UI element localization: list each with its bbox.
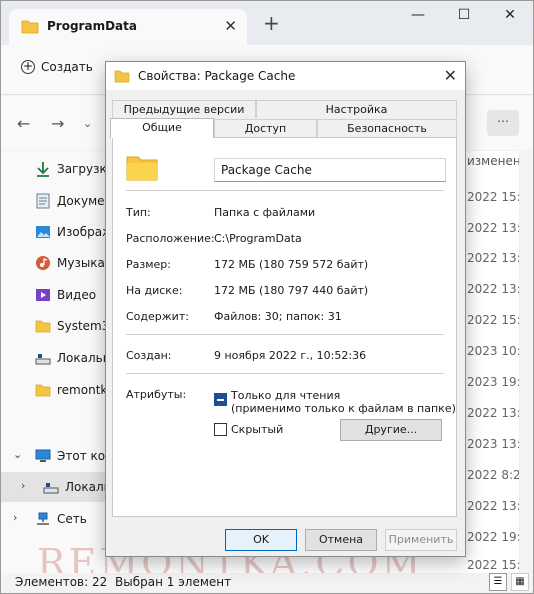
drive-icon xyxy=(43,479,59,495)
tab-sharing[interactable]: Доступ xyxy=(214,119,317,137)
attributes-label: Атрибуты: xyxy=(126,388,187,401)
contains-value: Файлов: 30; папок: 31 xyxy=(214,310,342,323)
tab-security[interactable]: Безопасность xyxy=(317,119,457,137)
status-bar: Элементов: 22 Выбран 1 элемент ☰ ▦ xyxy=(1,573,533,593)
location-value: C:\ProgramData xyxy=(214,232,302,245)
advanced-attributes-button[interactable]: Другие... xyxy=(340,419,442,441)
sidebar-item-system32[interactable]: System32 xyxy=(1,311,117,341)
vertical-scrollbar[interactable] xyxy=(519,151,533,573)
tab-general[interactable]: Общие xyxy=(110,118,214,138)
tab-title: ProgramData xyxy=(47,19,137,33)
tab-programdata[interactable]: ProgramData ✕ xyxy=(9,9,247,45)
more-options-button[interactable]: ⋯ xyxy=(487,110,519,136)
folder-large-icon xyxy=(126,153,158,184)
folder-icon xyxy=(35,382,51,398)
navigation-pane: Загрузки Докумен Изображ Музыка Видео Sy… xyxy=(1,151,117,573)
sidebar-item-label: Сеть xyxy=(57,512,87,526)
chevron-right-icon[interactable]: › xyxy=(13,511,17,524)
disk-size-label: На диске: xyxy=(126,284,183,297)
sidebar-item-this-pc[interactable]: ⌄ Этот ком xyxy=(1,441,114,471)
divider xyxy=(126,334,444,335)
sidebar-item-documents[interactable]: Докумен xyxy=(1,186,112,216)
folder-icon xyxy=(35,318,51,334)
size-value: 172 МБ (180 759 572 байт) xyxy=(214,258,369,271)
disk-size-value: 172 МБ (180 797 440 байт) xyxy=(214,284,369,297)
readonly-checkbox[interactable] xyxy=(214,393,227,406)
location-label: Расположение: xyxy=(126,232,215,245)
create-button[interactable]: + Создать xyxy=(21,60,93,74)
image-icon xyxy=(35,224,51,240)
folder-icon xyxy=(21,19,39,37)
sidebar-item-remontka[interactable]: remontka xyxy=(1,375,115,405)
sidebar-item-video[interactable]: Видео xyxy=(1,280,105,310)
created-value: 9 ноября 2022 г., 10:52:36 xyxy=(214,349,367,362)
close-window-icon[interactable]: ✕ xyxy=(497,7,523,29)
tab-bar: ProgramData ✕ + — ☐ ✕ xyxy=(1,1,533,45)
properties-dialog: Свойства: Package Cache ✕ Предыдущие вер… xyxy=(105,61,466,557)
contains-label: Содержит: xyxy=(126,310,189,323)
readonly-label: Только для чтения xyxy=(231,389,341,402)
dialog-title-bar: Свойства: Package Cache ✕ xyxy=(106,62,465,90)
apply-button[interactable]: Применить xyxy=(385,529,457,551)
hidden-checkbox[interactable] xyxy=(214,423,227,436)
sidebar-item-downloads[interactable]: Загрузки xyxy=(1,154,115,184)
create-label: Создать xyxy=(41,60,93,74)
sidebar-item-label: Локальн xyxy=(57,351,111,365)
sidebar-item-label: Музыка xyxy=(57,256,105,270)
music-icon xyxy=(35,255,51,271)
download-icon xyxy=(35,161,51,177)
cancel-button[interactable]: Отмена xyxy=(305,529,377,551)
folder-icon xyxy=(114,69,130,86)
spacer xyxy=(126,221,444,222)
status-item-count: Элементов: 22 xyxy=(15,575,108,589)
tab-customize[interactable]: Настройка xyxy=(256,100,457,118)
network-icon xyxy=(35,511,51,527)
video-icon xyxy=(35,287,51,303)
dialog-title: Свойства: Package Cache xyxy=(138,69,296,83)
details-view-icon[interactable]: ☰ xyxy=(489,573,507,591)
computer-icon xyxy=(35,448,51,464)
new-tab-icon[interactable]: + xyxy=(263,11,280,35)
general-tab-panel: Package Cache Тип: Папка с файлами Распо… xyxy=(112,137,457,517)
chevron-right-icon[interactable]: › xyxy=(21,479,25,492)
minimize-icon[interactable]: — xyxy=(405,7,431,29)
type-label: Тип: xyxy=(126,206,151,219)
sidebar-item-images[interactable]: Изображ xyxy=(1,217,113,247)
type-value: Папка с файлами xyxy=(214,206,316,219)
close-dialog-icon[interactable]: ✕ xyxy=(444,66,457,85)
hidden-label: Скрытый xyxy=(231,423,284,436)
ok-button[interactable]: OK xyxy=(225,529,297,551)
sidebar-item-local-disk[interactable]: Локальн xyxy=(1,343,111,373)
forward-arrow-icon[interactable]: → xyxy=(51,114,64,133)
created-label: Создан: xyxy=(126,349,172,362)
plus-icon: + xyxy=(21,59,35,74)
readonly-note: (применимо только к файлам в папке) xyxy=(231,402,456,415)
tiles-view-icon[interactable]: ▦ xyxy=(511,573,529,591)
back-arrow-icon[interactable]: ← xyxy=(17,114,30,133)
chevron-down-icon[interactable]: ⌄ xyxy=(13,448,22,461)
maximize-icon[interactable]: ☐ xyxy=(451,7,477,29)
divider xyxy=(126,190,444,191)
sidebar-item-network[interactable]: › Сеть xyxy=(1,504,105,534)
size-label: Размер: xyxy=(126,258,171,271)
history-chevron-icon[interactable]: ⌄ xyxy=(83,117,92,130)
sidebar-item-music[interactable]: Музыка xyxy=(1,248,105,278)
sidebar-item-label: Локаль xyxy=(65,480,111,494)
close-tab-icon[interactable]: ✕ xyxy=(224,17,237,35)
status-selection: Выбран 1 элемент xyxy=(115,575,232,589)
folder-name-field[interactable]: Package Cache xyxy=(214,158,446,182)
drive-icon xyxy=(35,350,51,366)
document-icon xyxy=(35,193,51,209)
divider xyxy=(126,373,444,374)
tab-previous-versions[interactable]: Предыдущие версии xyxy=(112,100,256,118)
sidebar-item-label: Видео xyxy=(57,288,97,302)
sidebar-item-local-disk-selected[interactable]: › Локаль xyxy=(1,472,111,502)
